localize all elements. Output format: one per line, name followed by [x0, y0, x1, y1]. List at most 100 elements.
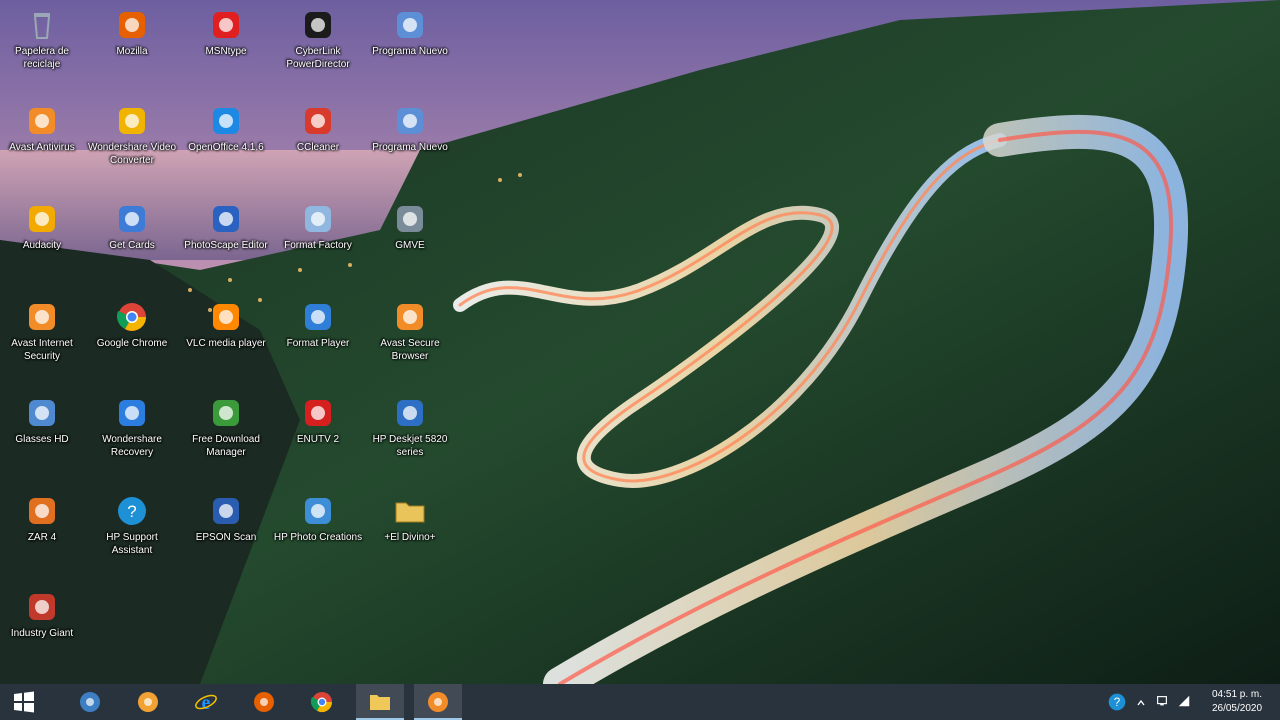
- show-hidden-icons-chevron-icon[interactable]: [1132, 684, 1150, 720]
- network-signal-icon[interactable]: [1174, 684, 1194, 720]
- desktop-icon-google-chrome[interactable]: Google Chrome: [84, 296, 180, 388]
- app-icon: [393, 104, 427, 138]
- desktop-icon-hp-photo-creations[interactable]: HP Photo Creations: [270, 490, 366, 582]
- svg-text:?: ?: [127, 502, 136, 521]
- avast-icon: [428, 692, 448, 712]
- desktop-icon-label: ZAR 4: [27, 532, 57, 543]
- firefox-icon: [254, 692, 274, 712]
- desktop-icon-label: EPSON Scan: [195, 532, 257, 543]
- desktop-icon-papelera-de-reciclaje[interactable]: Papelera de reciclaje: [0, 4, 90, 96]
- app-icon: [393, 8, 427, 42]
- clock-time: 04:51 p. m.: [1211, 689, 1263, 700]
- desktop-icon-avast-internet-security[interactable]: Avast Internet Security: [0, 296, 90, 388]
- desktop-icon-label: Wondershare Video Converter: [87, 142, 177, 166]
- openoffice-icon: [209, 104, 243, 138]
- desktop-icon-openoffice-4-1-6[interactable]: OpenOffice 4.1.6: [178, 100, 274, 192]
- desktop-icon-label: +El Divino+: [384, 532, 436, 543]
- printer-icon: [393, 396, 427, 430]
- firefox-icon: [115, 8, 149, 42]
- desktop-icon-label: Wondershare Recovery: [102, 434, 162, 458]
- taskbar-avast-button[interactable]: [414, 684, 462, 720]
- hp-support-tray-icon[interactable]: ?: [1104, 684, 1130, 720]
- desktop-icon-label: Google Chrome: [96, 338, 168, 349]
- taskbar-explorer-button[interactable]: [66, 684, 114, 720]
- desktop-icon-format-factory[interactable]: Format Factory: [270, 198, 366, 290]
- desktop-icon-enutv-2[interactable]: ENUTV 2: [270, 392, 366, 484]
- desktop-icon-label: HP Deskjet 5820 series: [372, 434, 448, 458]
- folder-icon: [393, 494, 427, 528]
- desktop-icon-label: Audacity: [22, 240, 62, 251]
- desktop-icon-label: GMVE: [395, 240, 425, 251]
- powerdirector-icon: [301, 8, 335, 42]
- formatfactory-icon: [301, 202, 335, 236]
- audacity-icon: [25, 202, 59, 236]
- folder-icon: [370, 695, 390, 710]
- desktop-icon-msntype[interactable]: MSNtype: [178, 4, 274, 96]
- avast-icon: [25, 104, 59, 138]
- desktop-icon-label: ENUTV 2: [296, 434, 340, 445]
- desktop-icon-photoscape-editor[interactable]: PhotoScape Editor: [178, 198, 274, 290]
- desktop-icon-label: VLC media player: [186, 338, 266, 349]
- desktop-icon-el-divino[interactable]: +El Divino+: [362, 490, 458, 582]
- desktop-icon-free-download-manager[interactable]: Free Download Manager: [178, 392, 274, 484]
- desktop-icon-epson-scan[interactable]: EPSON Scan: [178, 490, 274, 582]
- desktop-icon-audacity[interactable]: Audacity: [0, 198, 90, 290]
- chrome-icon: [115, 300, 149, 334]
- desktop-icon-avast-secure-browser[interactable]: Avast Secure Browser: [362, 296, 458, 388]
- desktop-icon-get-cards[interactable]: Get Cards: [84, 198, 180, 290]
- action-center-icon[interactable]: [1152, 684, 1172, 720]
- taskbar-media-button[interactable]: [124, 684, 172, 720]
- recycle-bin-icon: [25, 8, 59, 42]
- desktop-icon-zar-4[interactable]: ZAR 4: [0, 490, 90, 582]
- desktop-icon-wondershare-recovery[interactable]: Wondershare Recovery: [84, 392, 180, 484]
- windows-start-icon: [14, 691, 34, 713]
- desktop-icon-hp-deskjet-5820-series[interactable]: HP Deskjet 5820 series: [362, 392, 458, 484]
- start-button[interactable]: [0, 684, 44, 720]
- desktop-icon-label: MSNtype: [205, 46, 247, 57]
- download-manager-icon: [209, 396, 243, 430]
- desktop-icon-avast-antivirus[interactable]: Avast Antivirus: [0, 100, 90, 192]
- taskbar-chrome-button[interactable]: [298, 684, 346, 720]
- app-icon: [301, 300, 335, 334]
- desktop-icon-hp-support-assistant[interactable]: ? HP Support Assistant: [84, 490, 180, 582]
- app-icon: [393, 202, 427, 236]
- desktop-icon-label: CyberLink PowerDirector: [286, 46, 350, 70]
- desktop-icon-gmve[interactable]: GMVE: [362, 198, 458, 290]
- avast-icon: [25, 300, 59, 334]
- taskbar: e ? 04:51 p. m. 26/05/2020: [0, 684, 1280, 720]
- desktop-icon-ccleaner[interactable]: CCleaner: [270, 100, 366, 192]
- avast-browser-icon: [393, 300, 427, 334]
- desktop-icon-format-player[interactable]: Format Player: [270, 296, 366, 388]
- chrome-icon: [310, 692, 333, 713]
- desktop-icon-label: Industry Giant: [10, 628, 74, 639]
- taskbar-firefox-button[interactable]: [240, 684, 288, 720]
- desktop-icon-label: Format Player: [286, 338, 350, 349]
- desktop-icon-label: HP Photo Creations: [273, 532, 363, 543]
- desktop-icon-glasses-hd[interactable]: Glasses HD: [0, 392, 90, 484]
- taskbar-folder-button[interactable]: [356, 684, 404, 720]
- desktop-icon-cyberlink-powerdirector[interactable]: CyberLink PowerDirector: [270, 4, 366, 96]
- desktop-icon-label: Get Cards: [109, 240, 155, 251]
- desktop-icon-programa-nuevo[interactable]: Programa Nuevo: [362, 4, 458, 96]
- desktop-icon-industry-giant[interactable]: Industry Giant: [0, 586, 90, 678]
- app-icon: [115, 396, 149, 430]
- disc-icon: [138, 692, 158, 712]
- app-icon: [209, 202, 243, 236]
- app-icon: [25, 494, 59, 528]
- desktop-icon-label: Glasses HD: [15, 434, 69, 445]
- desktop-icon-label: Mozilla: [116, 46, 148, 57]
- taskbar-clock[interactable]: 04:51 p. m. 26/05/2020: [1202, 688, 1272, 716]
- app-icon: [301, 396, 335, 430]
- desktop-icon-label: OpenOffice 4.1.6: [188, 142, 264, 153]
- taskbar-ie-button[interactable]: e: [182, 684, 230, 720]
- desktop-icon-label: Programa Nuevo: [372, 142, 448, 153]
- app-icon: [115, 202, 149, 236]
- desktop-icon-wondershare-video-converter[interactable]: Wondershare Video Converter: [84, 100, 180, 192]
- desktop-icon-vlc-media-player[interactable]: VLC media player: [178, 296, 274, 388]
- vlc-icon: [209, 300, 243, 334]
- desktop-icon-programa-nuevo[interactable]: Programa Nuevo: [362, 100, 458, 192]
- scanner-icon: [209, 494, 243, 528]
- computer-icon: [80, 692, 100, 712]
- internet-explorer-icon: e: [195, 692, 217, 714]
- desktop-icon-mozilla[interactable]: Mozilla: [84, 4, 180, 96]
